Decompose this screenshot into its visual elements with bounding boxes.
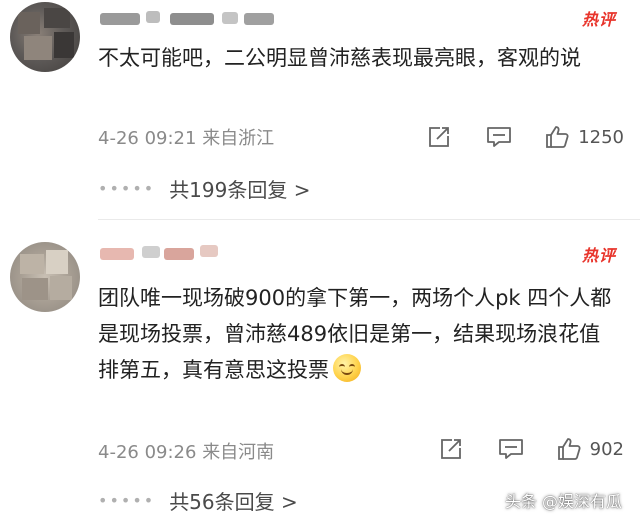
like-button[interactable]: 902: [556, 436, 624, 462]
reply-button[interactable]: [496, 434, 526, 464]
watermark: 头条 @娱深有瓜: [504, 492, 622, 511]
view-replies-link[interactable]: 共56条回复 >: [169, 486, 298, 515]
comment-location: 来自河南: [202, 442, 275, 463]
like-button[interactable]: 1250: [544, 124, 624, 150]
username-blurred[interactable]: [98, 8, 298, 30]
share-button[interactable]: [436, 434, 466, 464]
comment-location: 来自浙江: [202, 128, 275, 149]
share-icon: [429, 127, 450, 147]
reply-button[interactable]: [484, 122, 514, 152]
replies-bar[interactable]: ••••• 共199条回复 >: [98, 166, 618, 210]
thumbs-up-icon: [557, 438, 581, 460]
thumbs-up-icon: [546, 126, 569, 148]
divider: [98, 219, 640, 220]
comment-item: 热评 团队唯一现场破900的拿下第一，两场个人pk 四个人都是现场投票，曾沛慈4…: [0, 222, 640, 520]
comment-item: 热评 不太可能吧，二公明显曾沛慈表现最亮眼，客观的说 4-26 09:21 来自…: [0, 0, 640, 222]
hot-comment-badge: 热评: [581, 246, 616, 265]
comment-icon: [487, 127, 512, 147]
like-count: 1250: [578, 126, 624, 148]
dots-divider: •••••: [98, 178, 156, 198]
comment-meta: 4-26 09:26 来自河南: [98, 438, 274, 464]
hot-comment-badge: 热评: [581, 10, 616, 29]
comment-text: 团队唯一现场破900的拿下第一，两场个人pk 四个人都是现场投票，曾沛慈489依…: [98, 286, 612, 382]
share-icon: [440, 439, 461, 459]
avatar[interactable]: [10, 242, 80, 312]
comment-actions: 902: [406, 434, 624, 464]
username-blurred[interactable]: [98, 242, 228, 264]
like-count: 902: [589, 438, 624, 460]
comment-actions: 1250: [394, 122, 624, 152]
dots-divider: •••••: [98, 490, 156, 510]
view-replies-link[interactable]: 共199条回复 >: [169, 174, 310, 203]
avatar[interactable]: [10, 2, 80, 72]
comment-time: 4-26 09:26: [98, 442, 197, 463]
comment-meta: 4-26 09:21 来自浙江: [98, 124, 274, 150]
comment-time: 4-26 09:21: [98, 128, 197, 149]
comment-text: 不太可能吧，二公明显曾沛慈表现最亮眼，客观的说: [98, 46, 581, 70]
share-button[interactable]: [424, 122, 454, 152]
comment-icon: [498, 439, 523, 459]
smile-emoji-icon: [333, 354, 361, 382]
